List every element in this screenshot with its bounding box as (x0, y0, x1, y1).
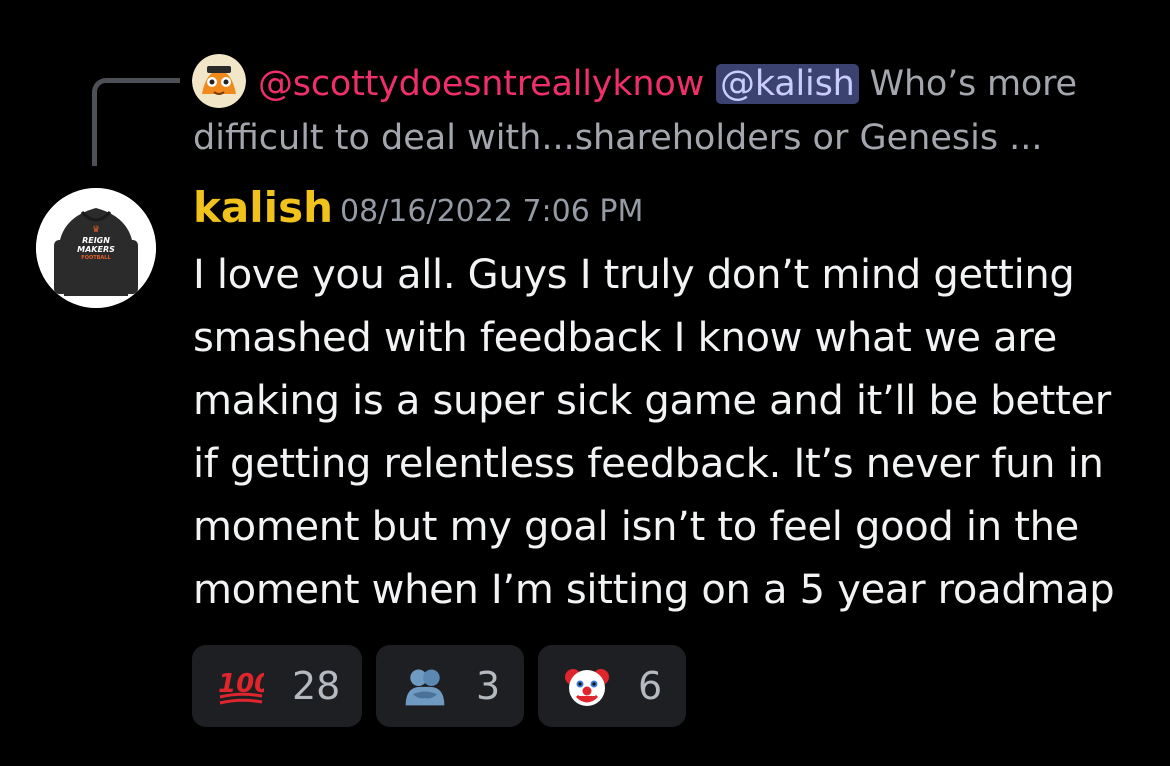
message-timestamp: 08/16/2022 7:06 PM (340, 194, 644, 229)
avatar-text-makers: MAKERS (77, 245, 115, 254)
avatar-text-football: FOOTBALL (81, 255, 111, 261)
avatar-text-reign: REIGN (82, 236, 110, 245)
reply-connector-line (92, 78, 180, 166)
reaction-count: 28 (292, 664, 341, 708)
reply-author-avatar[interactable] (192, 54, 246, 108)
mention-tag[interactable]: @kalish (716, 64, 859, 104)
message-author-avatar[interactable]: ♛ REIGN MAKERS FOOTBALL (36, 188, 156, 308)
clown-face-icon (564, 663, 610, 709)
reignmakers-hoodie-avatar: ♛ REIGN MAKERS FOOTBALL (36, 188, 156, 308)
reaction-hundred[interactable]: 100 28 (192, 645, 362, 727)
people-hugging-icon (402, 663, 448, 709)
hundred-points-icon: 100 (218, 663, 264, 709)
reply-preview-line-1[interactable]: @scottydoesntreallyknow @kalish Who’s mor… (258, 58, 1158, 110)
orange-fox-mascot-icon (192, 54, 246, 108)
message-body: I love you all. Guys I truly don’t mind … (193, 252, 1115, 613)
reply-author-name[interactable]: @scottydoesntreallyknow (258, 64, 704, 104)
avatar-crown-mark: ♛ (92, 225, 100, 235)
reply-text-line-1: Who’s more (869, 64, 1078, 104)
reaction-clown[interactable]: 6 (538, 645, 686, 727)
reaction-hugging[interactable]: 3 (376, 645, 524, 727)
message-author-name[interactable]: kalish (193, 183, 333, 232)
reaction-count: 6 (638, 664, 663, 708)
reactions-bar: 100 28 3 (192, 645, 686, 727)
reaction-count: 3 (476, 664, 501, 708)
reply-text-line-2[interactable]: difficult to deal with...shareholders or… (193, 112, 1153, 164)
